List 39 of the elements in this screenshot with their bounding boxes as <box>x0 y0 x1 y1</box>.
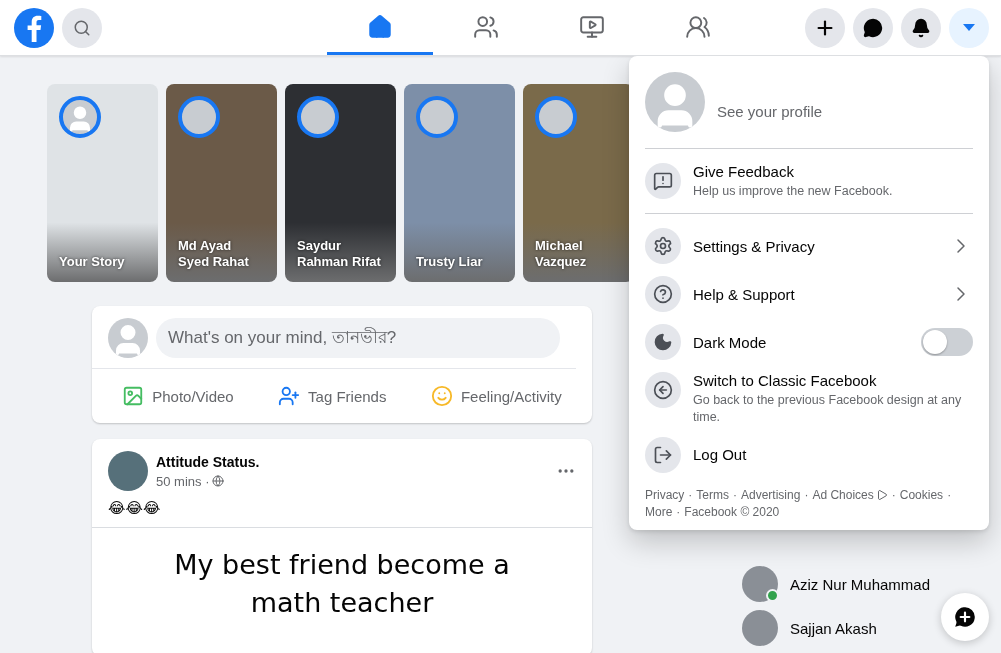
contact-name[interactable]: Sajjan Akash <box>790 619 877 637</box>
separator-dot: · <box>733 486 737 503</box>
separator-dot: · <box>688 486 693 503</box>
story-name: Trusty Liar <box>416 253 484 270</box>
post-image-text: My best friend become a math teacher <box>92 527 592 653</box>
story-name: Saydur Rahman Rifat <box>297 237 382 270</box>
footer-link[interactable]: Advertising <box>741 486 801 503</box>
story-name: Michael Vazquez <box>535 237 588 270</box>
menu-item[interactable]: Give Feedback Help us improve the new Facebook. <box>645 157 973 206</box>
footer-link[interactable]: More <box>645 503 673 521</box>
separator-dot: · <box>947 486 952 503</box>
footer-link[interactable]: Ad Choices <box>812 486 888 503</box>
separator-dot: · <box>804 486 809 503</box>
menu-item[interactable]: Dark Mode <box>645 318 973 367</box>
footer-link[interactable]: Facebook © 2020 <box>684 503 780 521</box>
story-card[interactable]: Md Ayad Syed Rahat <box>166 84 277 282</box>
menu-item[interactable]: Log Out <box>645 430 973 479</box>
story-card[interactable]: Saydur Rahman Rifat <box>285 84 396 282</box>
menu-item[interactable]: Switch to Classic Facebook Go back to the previous Facebook design at any time. <box>645 366 973 431</box>
story-name: Your Story <box>59 253 126 270</box>
menu-item[interactable]: Settings & Privacy <box>645 222 973 271</box>
profile-link[interactable]: See your profile <box>645 64 973 148</box>
contact-row[interactable]: Sajjan Akash <box>742 610 931 646</box>
footer-link[interactable]: Terms <box>696 486 729 503</box>
composer-action-button[interactable]: Tag Friends <box>272 377 393 415</box>
menu-item[interactable]: Help & Support <box>645 270 973 319</box>
contact-name[interactable]: Aziz Nur Muhammad <box>790 575 931 593</box>
composer-action-button[interactable]: Photo/Video <box>116 377 240 415</box>
story-name: Md Ayad Syed Rahat <box>178 237 250 270</box>
footer-link[interactable]: Privacy <box>645 486 685 503</box>
post-text: 😂😂😂 <box>107 498 162 518</box>
post-time: 50 mins · <box>156 473 210 489</box>
post-author[interactable]: Attitude Status. <box>156 453 548 470</box>
story-card[interactable]: Trusty Liar <box>404 84 515 282</box>
separator-dot: · <box>891 486 896 503</box>
status-input-field[interactable]: What's on your mind, তানভীর? <box>156 318 560 358</box>
composer-action-button[interactable]: Feeling/Activity <box>424 377 568 415</box>
separator-dot: · <box>676 503 681 521</box>
footer-link[interactable]: Cookies <box>899 486 944 503</box>
